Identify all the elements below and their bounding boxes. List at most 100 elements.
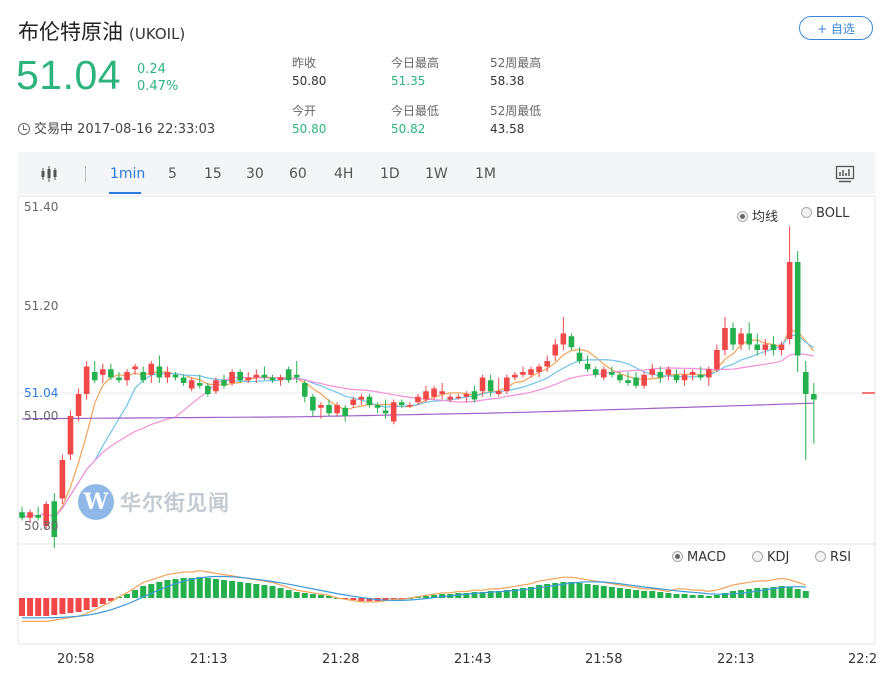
candle-body (689, 372, 696, 375)
macd-bar (600, 586, 607, 598)
macd-bar (293, 592, 300, 598)
indicator-option-kdj[interactable]: KDJ (752, 550, 789, 565)
candle-body (27, 512, 33, 518)
macd-bar (697, 595, 704, 598)
candle-body (487, 380, 494, 392)
y-tick-label: 50.80 (24, 519, 59, 533)
candle-body (633, 377, 639, 386)
candle-body (205, 385, 211, 394)
watermark-text: 华尔街见闻 (120, 490, 230, 515)
candle-body (512, 374, 518, 378)
candle-body (625, 380, 631, 383)
candle-body (528, 369, 534, 375)
macd-bar (665, 593, 672, 598)
macd-bar (19, 598, 25, 616)
macd-bar (649, 591, 656, 598)
candle-body (83, 366, 90, 394)
wallstreetcn-logo-icon: W (78, 484, 114, 520)
candle-body (285, 369, 292, 381)
macd-bar (75, 598, 82, 612)
candle-body (754, 344, 761, 350)
candle-body (568, 336, 575, 348)
macd-bar (172, 579, 179, 598)
candle-body (802, 372, 809, 394)
macd-bar (196, 577, 203, 598)
candle-body (140, 372, 146, 381)
candle-body (358, 396, 365, 400)
macd-bar (67, 598, 74, 613)
macd-bar (608, 587, 615, 598)
candle-body (293, 374, 300, 378)
candle-body (124, 372, 130, 381)
candle-body (334, 405, 340, 414)
candle-body (67, 416, 74, 455)
macd-bar (794, 589, 801, 598)
y-tick-label: 51.40 (24, 200, 59, 214)
watermark: W 华尔街见闻 (78, 484, 230, 520)
candle-body (188, 380, 195, 389)
indicator-option-macd[interactable]: MACD (672, 550, 726, 565)
ma60-line (21, 402, 814, 420)
candle-body (471, 391, 478, 400)
macd-bar (713, 595, 720, 598)
candle-body (350, 399, 357, 405)
macd-bar (27, 598, 34, 616)
candle-body (520, 372, 526, 375)
candle-body (172, 374, 179, 378)
indicator-option-rsi[interactable]: RSI (815, 550, 851, 565)
candle-body (261, 374, 268, 378)
overlay-option-boll[interactable]: BOLL (801, 206, 849, 221)
overlay-option-ma[interactable]: 均线 (737, 206, 778, 225)
candle-body (722, 328, 728, 350)
candle-body (116, 377, 122, 381)
candle-body (455, 396, 462, 399)
macd-bar (786, 587, 793, 598)
candle-body (382, 410, 389, 414)
macd-bar (83, 598, 90, 610)
macd-bar (188, 578, 195, 598)
candle-body (592, 369, 599, 375)
macd-bar (358, 598, 365, 601)
candle-body (584, 363, 591, 370)
macd-bar (277, 588, 284, 598)
candle-body (180, 377, 187, 383)
candle-body (318, 405, 324, 408)
macd-bar (689, 595, 696, 598)
candle-body (641, 374, 647, 386)
candle-body (665, 369, 672, 375)
candle-body (108, 369, 114, 378)
macd-bar (51, 598, 58, 615)
macd-bar (625, 589, 631, 598)
y-tick-label: 51.20 (24, 299, 59, 313)
macd-bar (164, 580, 171, 598)
macd-bar (754, 588, 761, 598)
macd-bar (746, 589, 753, 598)
x-tick-label: 21:13 (190, 652, 228, 667)
macd-bar (285, 590, 292, 598)
candle-body (35, 515, 41, 518)
candle-body (213, 380, 219, 392)
macd-bar (212, 579, 219, 598)
candle-body (746, 333, 752, 345)
candle-body (415, 396, 421, 403)
macd-bar (309, 594, 316, 598)
macd-bar (802, 591, 809, 598)
candle-body (310, 396, 316, 411)
candle-body (576, 352, 583, 361)
macd-dif-line (22, 570, 806, 623)
candle-body (714, 350, 720, 370)
macd-bar (132, 590, 139, 598)
macd-bar (204, 578, 211, 598)
candle-body (730, 328, 736, 345)
macd-bar (576, 583, 583, 598)
candle-body (342, 407, 348, 416)
macd-bar (317, 595, 324, 598)
macd-bar (221, 580, 227, 598)
macd-bar (253, 584, 260, 598)
candle-body (447, 396, 454, 400)
radio-icon (737, 211, 748, 222)
x-tick-label: 22:2 (848, 652, 878, 667)
radio-icon (752, 551, 763, 562)
candle-body (326, 405, 332, 414)
candle-body (479, 377, 486, 392)
